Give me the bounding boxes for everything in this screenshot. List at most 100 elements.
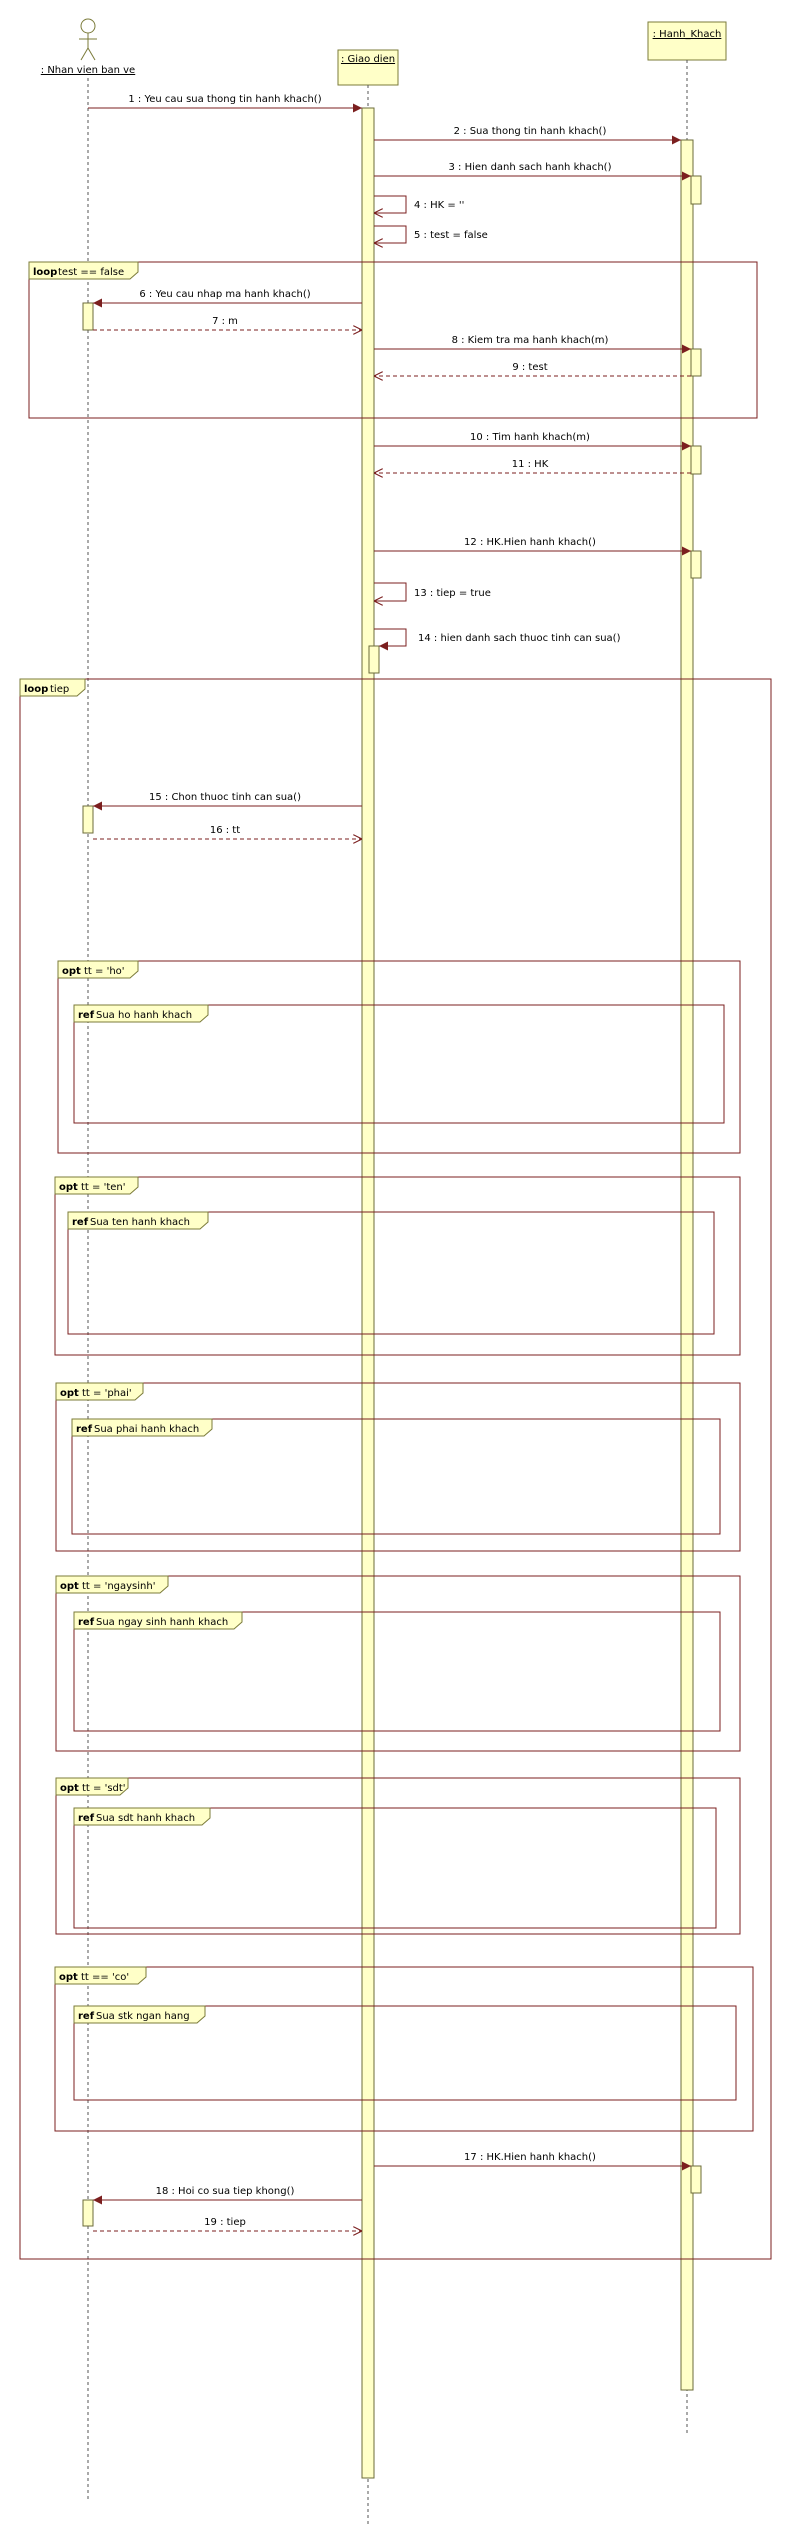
message-label: 6 : Yeu cau nhap ma hanh khach() [139,289,310,300]
ref-keyword: ref [76,1424,93,1435]
loop-frame [28,261,758,419]
opt-fragment-phai: opt tt = 'phai' ref Sua phai hanh khach [55,1382,741,1552]
message-16: 16 : tt [93,825,362,839]
opt-keyword: opt [59,1972,78,1983]
message-label: 17 : HK.Hien hanh khach() [464,2152,596,2163]
opt-guard: tt = 'phai' [82,1388,132,1399]
activations [82,107,702,2479]
message-4: 4 : HK = '' [374,195,464,213]
message-label: 8 : Kiem tra ma hanh khach(m) [452,335,609,346]
opt-guard: tt = 'ngaysinh' [82,1581,155,1592]
hk-activation-10 [690,445,702,475]
actor-icon-head [80,18,96,34]
message-10: 10 : Tim hanh khach(m) [374,432,691,451]
actor-name: : Nhan vien ban ve [41,65,135,76]
hk-lifeline-head: : Hanh_Khach [647,21,727,61]
message-arrow [374,195,407,213]
opt-frame [55,1777,741,1935]
hk-activation-8 [690,348,702,377]
opt-keyword: opt [60,1581,79,1592]
loop-keyword: loop [24,684,48,695]
hk-activation-main [680,139,694,2391]
hk-head-box [647,21,727,61]
message-17: 17 : HK.Hien hanh khach() [374,2152,691,2171]
actor-icon-leg-left [80,47,89,61]
message-arrow [374,628,407,651]
message-3: 3 : Hien danh sach hanh khach() [374,162,691,181]
opt-frame [54,1966,754,2132]
opt-fragment-ngaysinh: opt tt = 'ngaysinh' ref Sua ngay sinh ha… [55,1575,741,1752]
opt-keyword: opt [59,1182,78,1193]
ui-activation-main [361,107,375,2479]
loop-guard: test == false [58,267,124,278]
ui-lifeline-head: : Giao dien [337,49,399,86]
message-1: 1 : Yeu cau sua thong tin hanh khach() [88,94,362,113]
message-label: 15 : Chon thuoc tinh can sua() [149,792,301,803]
ref-keyword: ref [78,2011,95,2022]
message-label: 10 : Tim hanh khach(m) [470,432,590,443]
ref-name: Sua sdt hanh khach [96,1813,195,1824]
message-label: 12 : HK.Hien hanh khach() [464,537,596,548]
ref-frame [73,1807,717,1929]
ref-name: Sua stk ngan hang [96,2011,190,2022]
opt-keyword: opt [60,1783,79,1794]
ui-name: : Giao dien [341,54,395,65]
ref-name: Sua phai hanh khach [94,1424,199,1435]
hk-activation-12 [690,550,702,579]
ui-activation-14 [368,645,380,674]
opt-fragment-co: opt tt == 'co' ref Sua stk ngan hang [54,1966,754,2132]
message-label: 13 : tiep = true [414,588,491,599]
message-15: 15 : Chon thuoc tinh can sua() [93,792,362,811]
ref-keyword: ref [78,1010,95,1021]
message-label: 11 : HK [512,459,549,470]
loop-keyword: loop [33,267,57,278]
message-arrow [374,225,407,243]
message-7: 7 : m [93,316,362,330]
message-label: 7 : m [212,316,238,327]
actor-activation-15 [82,805,94,834]
message-label: 16 : tt [210,825,240,836]
hk-activation-3 [690,175,702,205]
opt-guard: tt = 'sdt' [82,1783,126,1794]
message-5: 5 : test = false [374,225,488,243]
actor-activation-18 [82,2199,94,2227]
ref-frame [73,1004,725,1124]
opt-frame [55,1575,741,1752]
ref-keyword: ref [72,1217,89,1228]
message-label: 4 : HK = '' [414,200,464,211]
message-6: 6 : Yeu cau nhap ma hanh khach() [93,289,362,308]
ref-name: Sua ho hanh khach [96,1010,192,1021]
message-label: 5 : test = false [414,230,488,241]
opt-fragment-ho: opt tt = 'ho' ref Sua ho hanh khach [57,960,741,1154]
message-8: 8 : Kiem tra ma hanh khach(m) [374,335,691,354]
ref-keyword: ref [78,1617,95,1628]
actor-activation-6 [82,302,94,331]
actor-icon-leg-right [87,47,96,61]
opt-frame [55,1382,741,1552]
message-label: 3 : Hien danh sach hanh khach() [449,162,612,173]
ref-name: Sua ngay sinh hanh khach [96,1617,228,1628]
loop-fragment-test: loop test == false [28,261,758,419]
hk-activation-17 [690,2165,702,2194]
message-label: 2 : Sua thong tin hanh khach() [454,126,607,137]
message-13: 13 : tiep = true [374,582,491,601]
message-11: 11 : HK [374,459,691,473]
message-2: 2 : Sua thong tin hanh khach() [374,126,681,145]
message-12: 12 : HK.Hien hanh khach() [374,537,691,556]
opt-guard: tt == 'co' [81,1972,129,1983]
opt-keyword: opt [60,1388,79,1399]
message-label: 18 : Hoi co sua tiep khong() [156,2186,295,2197]
message-label: 19 : tiep [204,2217,246,2228]
loop-guard: tiep [50,684,69,695]
message-18: 18 : Hoi co sua tiep khong() [93,2186,362,2205]
message-label: 14 : hien danh sach thuoc tinh can sua() [418,633,621,644]
opt-guard: tt = 'ten' [81,1182,126,1193]
actor-lifeline-head: : Nhan vien ban ve [41,18,135,76]
opt-frame [54,1176,741,1356]
ref-frame [67,1211,715,1335]
ref-name: Sua ten hanh khach [90,1217,190,1228]
opt-frame [57,960,741,1154]
message-9: 9 : test [374,362,691,376]
message-label: 1 : Yeu cau sua thong tin hanh khach() [128,94,321,105]
opt-fragment-sdt: opt tt = 'sdt' ref Sua sdt hanh khach [55,1777,741,1935]
